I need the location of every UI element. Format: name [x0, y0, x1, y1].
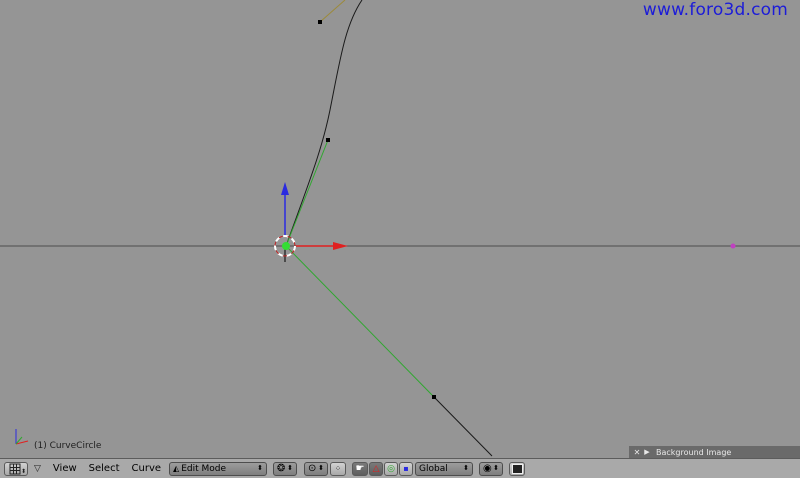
square-icon: ▪ — [403, 464, 409, 473]
render-preview-button[interactable] — [509, 461, 526, 476]
manipulator-toggle-button[interactable]: ☛ — [352, 461, 369, 476]
mode-value: Edit Mode — [181, 463, 226, 474]
bezier-curve-lower — [433, 396, 493, 457]
dropdown-arrow-icon: ⬍ — [257, 463, 264, 472]
dropdown-arrow-icon: ⬍ — [493, 463, 500, 472]
pivot-point-align-button[interactable]: ⁘ — [330, 461, 347, 476]
z-axis-arrow-icon — [281, 182, 289, 195]
dropdown-arrow-icon: ⬍ — [287, 463, 294, 472]
active-object-label: (1) CurveCircle — [34, 441, 102, 451]
render-icon — [511, 463, 523, 474]
collapse-menus-icon[interactable]: ▽ — [34, 464, 41, 474]
pivot-dropdown[interactable]: ⊙ ⬍ — [304, 461, 329, 476]
handle-line-lower — [285, 245, 435, 398]
circle-icon: ◎ — [387, 463, 395, 474]
draw-type-dropdown[interactable]: ❂ ⬍ — [273, 461, 298, 476]
bezier-curve-upper — [285, 0, 363, 247]
scale-manipulator-button[interactable]: ▪ — [399, 461, 414, 476]
dropdown-arrow-icon: ⬍ — [463, 463, 470, 472]
shading-icon: ❂ — [277, 463, 286, 474]
hand-icon: ☛ — [355, 463, 365, 474]
viewport-header: ⬍ ▽ View Select Curve ◭ Edit Mode ⬍ ❂ ⬍ … — [0, 458, 800, 478]
x-axis-arrow-icon — [333, 242, 348, 250]
handle-line-top — [319, 0, 346, 23]
pivot-icon: ⊙ — [308, 463, 317, 474]
pink-point — [730, 243, 736, 249]
orientation-value: Global — [419, 463, 448, 474]
background-image-panel[interactable]: ✕ ▶ Background Image — [629, 446, 800, 458]
rotate-manipulator-button[interactable]: ◎ — [384, 461, 399, 476]
control-point — [432, 395, 436, 399]
mode-dropdown[interactable]: ◭ Edit Mode ⬍ — [169, 461, 268, 476]
control-point — [318, 20, 322, 24]
view-menu[interactable]: View — [53, 463, 77, 474]
proportional-icon: ◉ — [483, 463, 492, 474]
curve-menu[interactable]: Curve — [132, 463, 162, 474]
close-icon[interactable]: ✕ — [632, 448, 642, 457]
triangle-icon: △ — [372, 463, 380, 474]
translate-manipulator-button[interactable]: △ — [369, 461, 384, 476]
viewport-canvas[interactable] — [0, 0, 800, 458]
dropdown-arrow-icon: ⬍ — [318, 463, 325, 472]
watermark-text: www.foro3d.com — [642, 0, 788, 20]
edit-mode-icon: ◭ — [173, 464, 180, 473]
3d-viewport[interactable]: www.foro3d.com (1) CurveCircle ✕ ▶ Backg… — [0, 0, 800, 458]
expand-icon[interactable]: ▶ — [642, 448, 652, 456]
orientation-dropdown[interactable]: Global ⬍ — [415, 461, 474, 476]
selected-point — [282, 242, 290, 250]
grid-icon: ⬍ — [9, 463, 25, 475]
dots-icon: ⁘ — [334, 464, 342, 473]
select-menu[interactable]: Select — [89, 463, 120, 474]
editor-type-button[interactable]: ⬍ — [4, 461, 28, 476]
background-image-label: Background Image — [656, 447, 732, 457]
control-point — [326, 138, 330, 142]
blender-window: www.foro3d.com (1) CurveCircle ✕ ▶ Backg… — [0, 0, 800, 478]
svg-text:⬍: ⬍ — [21, 468, 25, 475]
proportional-edit-dropdown[interactable]: ◉ ⬍ — [479, 461, 504, 476]
handle-line-upper — [285, 139, 329, 247]
